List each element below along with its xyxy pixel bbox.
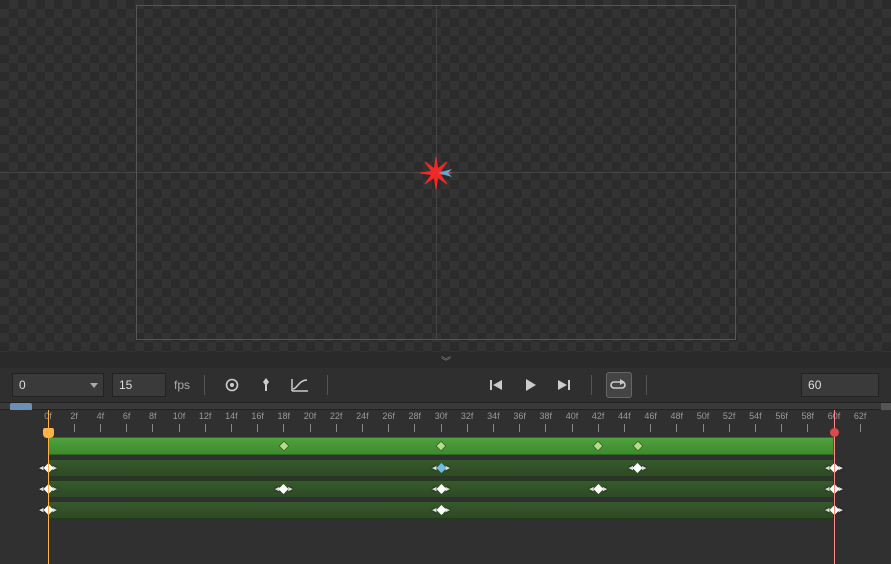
separator xyxy=(591,375,592,395)
fps-value: 15 xyxy=(119,378,132,392)
ruler-tick: 38f xyxy=(533,410,559,434)
ruler-tick: 16f xyxy=(245,410,271,434)
play-button[interactable] xyxy=(517,372,543,398)
playhead[interactable] xyxy=(48,410,49,564)
ruler-tick: 36f xyxy=(507,410,533,434)
ruler-tick: 34f xyxy=(480,410,506,434)
keyframe[interactable]: ◂▸ xyxy=(432,463,450,474)
skip-to-end-button[interactable] xyxy=(551,372,577,398)
ruler-tick: 46f xyxy=(638,410,664,434)
track-row[interactable]: ◂▸◂▸◂▸ xyxy=(0,500,891,520)
skip-to-start-button[interactable] xyxy=(483,372,509,398)
chevron-down-icon: ︾ xyxy=(441,353,450,368)
ruler-tick: 8f xyxy=(140,410,166,434)
ruler-tick: 54f xyxy=(742,410,768,434)
curve-editor-button[interactable] xyxy=(287,372,313,398)
keyframe[interactable]: ◂▸ xyxy=(589,484,607,495)
timeline-panel[interactable]: 0f2f4f6f8f10f12f14f16f18f20f22f24f26f28f… xyxy=(0,410,891,564)
ruler-tick: 44f xyxy=(611,410,637,434)
ruler-tick: 62f xyxy=(847,410,873,434)
ruler-tick: 42f xyxy=(585,410,611,434)
keyframe[interactable]: ◂▸ xyxy=(628,463,646,474)
panel-collapse-handle[interactable]: ︾ xyxy=(0,352,891,368)
ruler-tick: 28f xyxy=(402,410,428,434)
ruler-tick: 40f xyxy=(559,410,585,434)
timeline-scrollbar[interactable] xyxy=(0,402,891,410)
playhead-handle[interactable] xyxy=(43,428,54,438)
ruler-tick: 32f xyxy=(454,410,480,434)
end-marker[interactable] xyxy=(834,410,835,564)
frame-dropdown-button[interactable] xyxy=(87,374,101,396)
frame-ruler[interactable]: 0f2f4f6f8f10f12f14f16f18f20f22f24f26f28f… xyxy=(0,410,891,434)
separator xyxy=(327,375,328,395)
canvas-frame[interactable] xyxy=(136,5,736,340)
ruler-tick: 6f xyxy=(114,410,140,434)
ruler-tick: 4f xyxy=(87,410,113,434)
record-keys-button[interactable] xyxy=(219,372,245,398)
current-frame-value: 0 xyxy=(19,378,26,392)
loop-button[interactable] xyxy=(606,372,632,398)
fps-label: fps xyxy=(174,378,190,392)
ruler-tick: 12f xyxy=(192,410,218,434)
track-row[interactable] xyxy=(0,436,891,456)
autokey-button[interactable] xyxy=(253,372,279,398)
ruler-tick: 52f xyxy=(716,410,742,434)
end-frame-input[interactable]: 60 xyxy=(801,373,879,397)
keyframe[interactable]: ◂▸ xyxy=(432,505,450,516)
track-area[interactable]: ◂▸◂▸◂▸◂▸◂▸◂▸◂▸◂▸◂▸◂▸◂▸◂▸ xyxy=(0,434,891,564)
end-frame-value: 60 xyxy=(808,378,821,392)
ruler-tick: 58f xyxy=(795,410,821,434)
ruler-tick: 10f xyxy=(166,410,192,434)
track-row[interactable]: ◂▸◂▸◂▸◂▸ xyxy=(0,458,891,478)
ruler-tick: 2f xyxy=(61,410,87,434)
ruler-tick: 30f xyxy=(428,410,454,434)
ruler-tick: 48f xyxy=(664,410,690,434)
fps-input[interactable]: 15 xyxy=(112,373,166,397)
ruler-tick: 22f xyxy=(323,410,349,434)
current-frame-input[interactable]: 0 xyxy=(12,373,104,397)
ruler-tick: 50f xyxy=(690,410,716,434)
preview-panel[interactable] xyxy=(0,0,891,352)
ruler-tick: 26f xyxy=(376,410,402,434)
keyframe[interactable]: ◂▸ xyxy=(275,484,293,495)
ruler-tick: 14f xyxy=(218,410,244,434)
bone-direction-arrow[interactable] xyxy=(438,169,458,177)
ruler-tick: 24f xyxy=(349,410,375,434)
end-marker-handle[interactable] xyxy=(830,428,839,437)
separator xyxy=(204,375,205,395)
keyframe[interactable]: ◂▸ xyxy=(432,484,450,495)
timeline-toolbar: 0 15 fps xyxy=(0,368,891,402)
ruler-tick: 18f xyxy=(271,410,297,434)
ruler-tick: 20f xyxy=(297,410,323,434)
separator xyxy=(646,375,647,395)
ruler-tick: 56f xyxy=(769,410,795,434)
track-row[interactable]: ◂▸◂▸◂▸◂▸◂▸ xyxy=(0,479,891,499)
